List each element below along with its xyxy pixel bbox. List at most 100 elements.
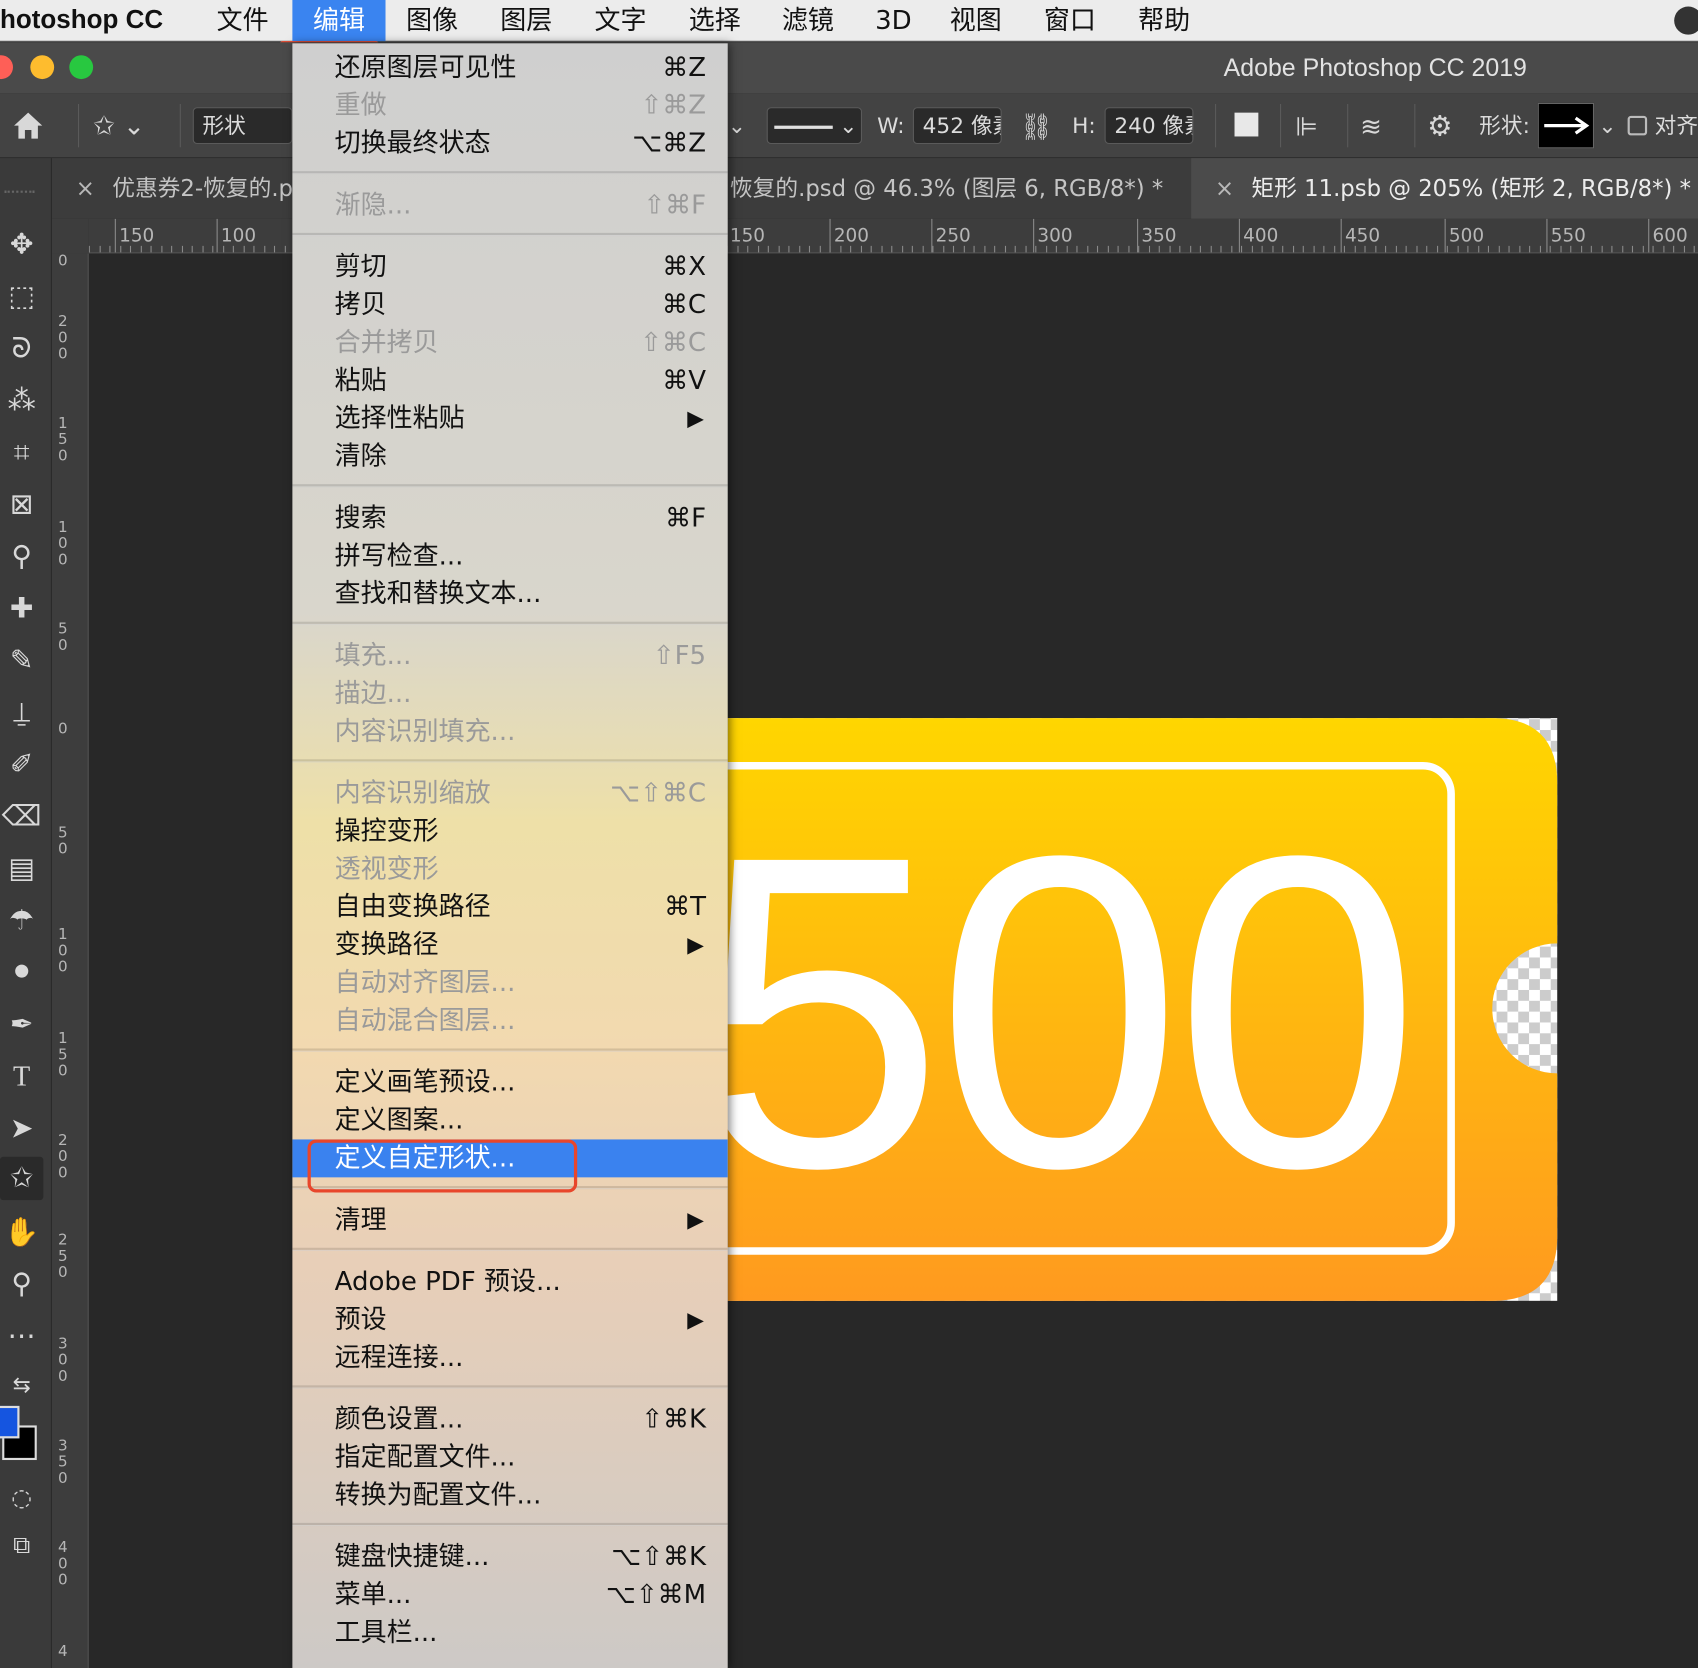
status-icon[interactable] — [1674, 6, 1698, 35]
ruler-tick — [1189, 245, 1191, 253]
menu-type[interactable]: 文字 — [580, 0, 660, 41]
magic-wand-tool-icon[interactable]: ⁂ — [0, 379, 43, 422]
lasso-tool-icon[interactable]: ᘐ — [0, 327, 43, 370]
menu-item[interactable]: 粘贴 ⌘V — [292, 362, 727, 400]
healing-brush-tool-icon[interactable]: ✚ — [0, 587, 43, 630]
menu-item[interactable]: 选择性粘贴 ▶ — [292, 400, 727, 438]
vertical-ruler[interactable]: 0 2 0 0 1 5 0 1 0 0 5 0 0 5 0 1 0 0 1 5 0 2 0 0 2 … — [51, 253, 89, 1668]
menu-item[interactable]: 变换路径 ▶ — [292, 926, 727, 964]
ruler-tick — [1066, 245, 1068, 253]
chevron-down-icon[interactable]: ⌄ — [728, 107, 754, 144]
menu-item[interactable]: 自由变换路径 ⌘T — [292, 888, 727, 926]
menu-separator — [292, 1247, 728, 1252]
clone-stamp-tool-icon[interactable]: ⍊ — [0, 691, 43, 734]
custom-shape-tool-icon[interactable]: ✩ — [0, 1156, 44, 1201]
tab-rectangle-11[interactable]: × 矩形 11.psb @ 205% (矩形 2, RGB/8*) * — [1191, 158, 1698, 219]
menu-item[interactable]: 转换为配置文件... — [292, 1476, 727, 1514]
menu-item[interactable]: 远程连接... — [292, 1339, 727, 1377]
menu-item[interactable]: 清除 — [292, 438, 727, 476]
menu-item[interactable]: 剪切 ⌘X — [292, 248, 727, 286]
more-tools-icon[interactable]: ⋯ — [0, 1315, 43, 1358]
path-alignment-icon[interactable]: ⊫ — [1295, 108, 1332, 145]
menu-select[interactable]: 选择 — [675, 0, 755, 41]
menu-item[interactable]: 键盘快捷键... ⌥⇧⌘K — [292, 1538, 727, 1576]
minimize-window-button[interactable] — [30, 55, 55, 80]
close-tab-icon[interactable]: × — [1215, 158, 1234, 219]
zoom-tool-icon[interactable]: ⚲ — [0, 1263, 43, 1306]
close-tab-icon[interactable]: × — [76, 158, 95, 219]
marquee-tool-icon[interactable]: ⬚ — [0, 275, 43, 318]
height-field[interactable]: 240 像素 — [1104, 107, 1194, 145]
menu-item[interactable]: 还原图层可见性 ⌘Z — [292, 49, 727, 87]
menu-item[interactable]: Adobe PDF 预设... — [292, 1263, 727, 1301]
menu-item-label: 选择性粘贴 — [334, 402, 465, 434]
ruler-tick — [1652, 245, 1654, 253]
dodge-tool-icon[interactable]: ⚫ — [0, 951, 43, 994]
history-brush-tool-icon[interactable]: ✐ — [0, 743, 43, 786]
custom-shape-tool-preset-icon[interactable]: ✩ ⌄ — [93, 106, 162, 145]
shape-picker[interactable] — [1537, 102, 1595, 149]
eyedropper-tool-icon[interactable]: ⚲ — [0, 535, 43, 578]
menu-item[interactable]: 操控变形 — [292, 812, 727, 850]
menu-item[interactable]: 颜色设置... ⇧⌘K — [292, 1400, 727, 1438]
pen-tool-icon[interactable]: ✒ — [0, 1003, 43, 1046]
menu-edit[interactable]: 编辑 — [292, 0, 386, 42]
chevron-down-icon[interactable]: ⌄ — [1598, 107, 1620, 144]
align-edges-checkbox[interactable] — [1627, 115, 1648, 136]
brush-tool-icon[interactable]: ✎ — [0, 639, 43, 682]
eraser-tool-icon[interactable]: ⌫ — [0, 795, 43, 838]
tab-recovered[interactable]: 恢复的.psd @ 46.3% (图层 6, RGB/8*) * — [730, 158, 1185, 219]
screen-mode-icon[interactable]: ⧉ — [0, 1525, 43, 1568]
stroke-type-select[interactable]: ⌄ — [766, 107, 862, 145]
zoom-window-button[interactable] — [69, 55, 94, 80]
ruler-tick — [1169, 245, 1171, 253]
panel-grip[interactable] — [4, 190, 35, 195]
tool-mode-select[interactable]: 形状 — [192, 107, 293, 145]
ruler-tick — [1529, 245, 1531, 253]
ruler-tick — [1693, 245, 1695, 253]
link-icon[interactable]: ⛓ — [1018, 108, 1055, 145]
menu-item[interactable]: 指定配置文件... — [292, 1438, 727, 1476]
blur-tool-icon[interactable]: ☂ — [0, 899, 43, 942]
tab-coupon-recovered[interactable]: ×优惠券2-恢复的.psd @ 46.3% (图层 6, RGB/8*) * — [52, 158, 293, 219]
type-tool-icon[interactable]: T — [0, 1055, 43, 1098]
menu-item[interactable]: 菜单... ⌥⇧⌘M — [292, 1576, 727, 1614]
home-icon[interactable] — [9, 106, 48, 145]
menu-item[interactable]: 定义画笔预设... — [292, 1064, 727, 1102]
menu-filter[interactable]: 滤镜 — [768, 0, 848, 41]
path-operations-icon[interactable] — [1234, 112, 1259, 137]
gradient-tool-icon[interactable]: ▤ — [0, 847, 43, 890]
ruler-tick — [1127, 245, 1129, 253]
menu-item[interactable]: 工具栏... — [292, 1614, 727, 1652]
menu-file[interactable]: 文件 — [204, 0, 282, 41]
width-field[interactable]: 452 像素 — [912, 107, 1002, 145]
crop-tool-icon[interactable]: ⌗ — [0, 431, 43, 474]
foreground-color-swatch[interactable] — [0, 1405, 20, 1439]
path-selection-tool-icon[interactable]: ➤ — [0, 1107, 43, 1150]
menu-item-label: 搜索 — [334, 502, 387, 533]
quick-mask-icon[interactable]: ◌ — [0, 1477, 43, 1520]
menu-item[interactable]: 查找和替换文本... — [292, 575, 727, 613]
menu-item[interactable]: 拷贝 ⌘C — [292, 286, 727, 324]
menu-item[interactable]: 预设 ▶ — [292, 1301, 727, 1339]
menu-item[interactable]: 搜索 ⌘F — [292, 499, 727, 537]
menu-item[interactable]: 定义图案... — [292, 1102, 727, 1140]
menu-item[interactable]: 拼写检查... — [292, 537, 727, 575]
menu-item-label: 渐隐... — [334, 189, 412, 220]
menu-window[interactable]: 窗口 — [1030, 0, 1110, 41]
menu-layer[interactable]: 图层 — [486, 0, 566, 41]
gear-icon[interactable]: ⚙ — [1427, 108, 1464, 145]
hand-tool-icon[interactable]: ✋ — [0, 1211, 43, 1254]
frame-tool-icon[interactable]: ⊠ — [0, 483, 43, 526]
menu-view[interactable]: 视图 — [936, 0, 1016, 41]
menu-item[interactable]: 清理 ▶ — [292, 1201, 727, 1239]
path-arrangement-icon[interactable]: ≋ — [1360, 108, 1397, 145]
move-tool-icon[interactable]: ✥ — [0, 223, 43, 266]
menu-image[interactable]: 图像 — [392, 0, 472, 41]
photoshop-window: hotoshop CC 文件 编辑 图像 图层 文字 选择 滤镜 3D 视图 窗… — [0, 0, 1698, 1668]
app-name[interactable]: hotoshop CC — [0, 0, 163, 41]
swap-colors-icon[interactable]: ⇆ — [0, 1363, 43, 1406]
menu-3d[interactable]: 3D — [862, 0, 925, 41]
menu-help[interactable]: 帮助 — [1124, 0, 1204, 41]
menu-item[interactable]: 切换最终状态 ⌥⌘Z — [292, 125, 727, 163]
